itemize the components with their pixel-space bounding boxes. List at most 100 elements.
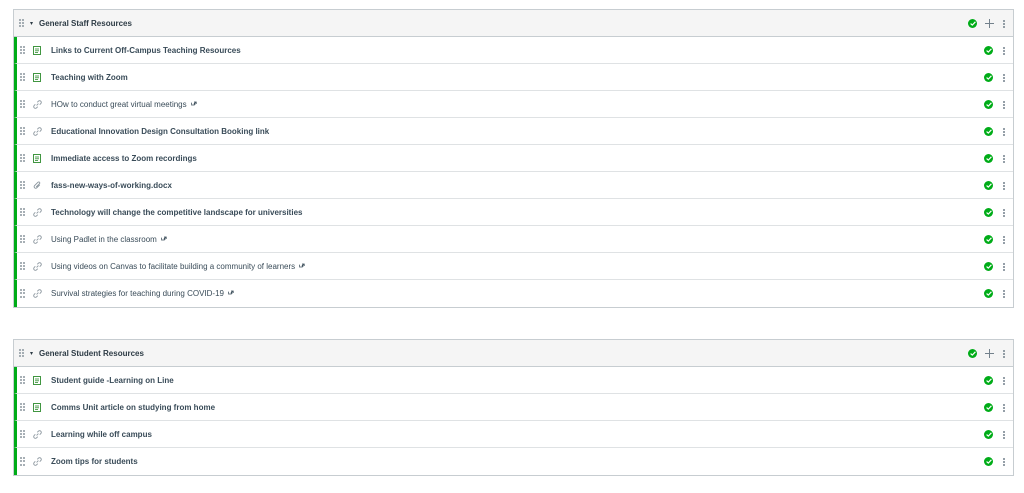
module-item-link[interactable]: Immediate access to Zoom recordings [51, 154, 197, 163]
module-item-row[interactable]: Comms Unit article on studying from home [14, 394, 1013, 421]
published-check-icon[interactable] [984, 262, 993, 271]
module-item-row[interactable]: Teaching with Zoom [14, 64, 1013, 91]
link-icon [32, 261, 42, 271]
module-item-link[interactable]: Teaching with Zoom [51, 73, 128, 82]
module-item-row[interactable]: Technology will change the competitive l… [14, 199, 1013, 226]
published-check-icon[interactable] [968, 349, 977, 358]
published-check-icon[interactable] [984, 430, 993, 439]
link-icon [32, 99, 42, 109]
collapse-caret-icon[interactable]: ▾ [30, 350, 36, 357]
published-check-icon[interactable] [984, 457, 993, 466]
add-item-icon[interactable] [985, 349, 994, 358]
module-item-link[interactable]: fass-new-ways-of-working.docx [51, 181, 172, 190]
published-check-icon[interactable] [984, 154, 993, 163]
drag-handle-icon[interactable] [19, 18, 24, 28]
module-item-row[interactable]: Survival strategies for teaching during … [14, 280, 1013, 307]
item-options-icon[interactable] [1002, 430, 1006, 439]
published-check-icon[interactable] [968, 19, 977, 28]
module-items: Links to Current Off-Campus Teaching Res… [14, 37, 1013, 307]
external-link-icon [227, 290, 234, 297]
module-item-row[interactable]: Zoom tips for students [14, 448, 1013, 475]
module-item-row[interactable]: Using Padlet in the classroom [14, 226, 1013, 253]
module-general-staff-resources: ▾ General Staff Resources Links to Curre… [13, 9, 1014, 308]
item-options-icon[interactable] [1002, 46, 1006, 55]
drag-handle-icon[interactable] [19, 348, 24, 358]
item-options-icon[interactable] [1002, 262, 1006, 271]
drag-handle-icon[interactable] [20, 457, 25, 466]
item-options-icon[interactable] [1002, 154, 1006, 163]
drag-handle-icon[interactable] [20, 429, 25, 439]
published-check-icon[interactable] [984, 181, 993, 190]
item-options-icon[interactable] [1002, 457, 1006, 466]
drag-handle-icon[interactable] [20, 207, 25, 217]
drag-handle-icon[interactable] [20, 375, 25, 385]
module-title: General Student Resources [39, 348, 144, 358]
item-options-icon[interactable] [1002, 289, 1006, 298]
module-item-row[interactable]: Educational Innovation Design Consultati… [14, 118, 1013, 145]
item-options-icon[interactable] [1002, 208, 1006, 217]
drag-handle-icon[interactable] [20, 99, 25, 109]
item-options-icon[interactable] [1002, 376, 1006, 385]
module-item-link[interactable]: Technology will change the competitive l… [51, 208, 302, 217]
link-icon [32, 429, 42, 439]
module-item-row[interactable]: Using videos on Canvas to facilitate bui… [14, 253, 1013, 280]
module-item-link[interactable]: Links to Current Off-Campus Teaching Res… [51, 46, 241, 55]
drag-handle-icon[interactable] [20, 45, 25, 55]
module-item-link[interactable]: Using videos on Canvas to facilitate bui… [51, 262, 295, 271]
drag-handle-icon[interactable] [20, 261, 25, 271]
drag-handle-icon[interactable] [20, 126, 25, 136]
link-icon [32, 457, 42, 467]
attachment-icon [32, 180, 42, 190]
external-link-icon [190, 101, 197, 108]
module-item-row[interactable]: fass-new-ways-of-working.docx [14, 172, 1013, 199]
module-title: General Staff Resources [39, 18, 132, 28]
published-check-icon[interactable] [984, 46, 993, 55]
module-header[interactable]: ▾ General Student Resources [14, 340, 1013, 367]
drag-handle-icon[interactable] [20, 402, 25, 412]
module-item-row[interactable]: Immediate access to Zoom recordings [14, 145, 1013, 172]
module-item-row[interactable]: Learning while off campus [14, 421, 1013, 448]
published-check-icon[interactable] [984, 289, 993, 298]
published-check-icon[interactable] [984, 208, 993, 217]
module-item-link[interactable]: Survival strategies for teaching during … [51, 289, 224, 298]
item-options-icon[interactable] [1002, 181, 1006, 190]
module-options-icon[interactable] [1002, 349, 1006, 358]
collapse-caret-icon[interactable]: ▾ [30, 20, 36, 27]
page-icon [32, 45, 42, 55]
link-icon [32, 234, 42, 244]
module-item-link[interactable]: Learning while off campus [51, 430, 152, 439]
published-check-icon[interactable] [984, 73, 993, 82]
link-icon [32, 126, 42, 136]
module-item-link[interactable]: HOw to conduct great virtual meetings [51, 100, 187, 109]
drag-handle-icon[interactable] [20, 72, 25, 82]
external-link-icon [160, 236, 167, 243]
published-check-icon[interactable] [984, 235, 993, 244]
module-item-link[interactable]: Student guide -Learning on Line [51, 376, 174, 385]
module-item-link[interactable]: Comms Unit article on studying from home [51, 403, 215, 412]
published-check-icon[interactable] [984, 403, 993, 412]
drag-handle-icon[interactable] [20, 153, 25, 163]
add-item-icon[interactable] [985, 19, 994, 28]
published-check-icon[interactable] [984, 376, 993, 385]
module-item-row[interactable]: HOw to conduct great virtual meetings [14, 91, 1013, 118]
page-icon [32, 375, 42, 385]
item-options-icon[interactable] [1002, 100, 1006, 109]
module-item-link[interactable]: Zoom tips for students [51, 457, 138, 466]
module-options-icon[interactable] [1002, 19, 1006, 28]
item-options-icon[interactable] [1002, 73, 1006, 82]
module-general-student-resources: ▾ General Student Resources Student guid… [13, 339, 1014, 476]
drag-handle-icon[interactable] [20, 289, 25, 298]
item-options-icon[interactable] [1002, 403, 1006, 412]
drag-handle-icon[interactable] [20, 234, 25, 244]
module-item-link[interactable]: Educational Innovation Design Consultati… [51, 127, 269, 136]
published-check-icon[interactable] [984, 127, 993, 136]
item-options-icon[interactable] [1002, 127, 1006, 136]
item-options-icon[interactable] [1002, 235, 1006, 244]
module-item-row[interactable]: Student guide -Learning on Line [14, 367, 1013, 394]
module-item-row[interactable]: Links to Current Off-Campus Teaching Res… [14, 37, 1013, 64]
published-check-icon[interactable] [984, 100, 993, 109]
module-header[interactable]: ▾ General Staff Resources [14, 10, 1013, 37]
module-item-link[interactable]: Using Padlet in the classroom [51, 235, 157, 244]
module-items: Student guide -Learning on Line Comms Uni… [14, 367, 1013, 475]
drag-handle-icon[interactable] [20, 180, 25, 190]
